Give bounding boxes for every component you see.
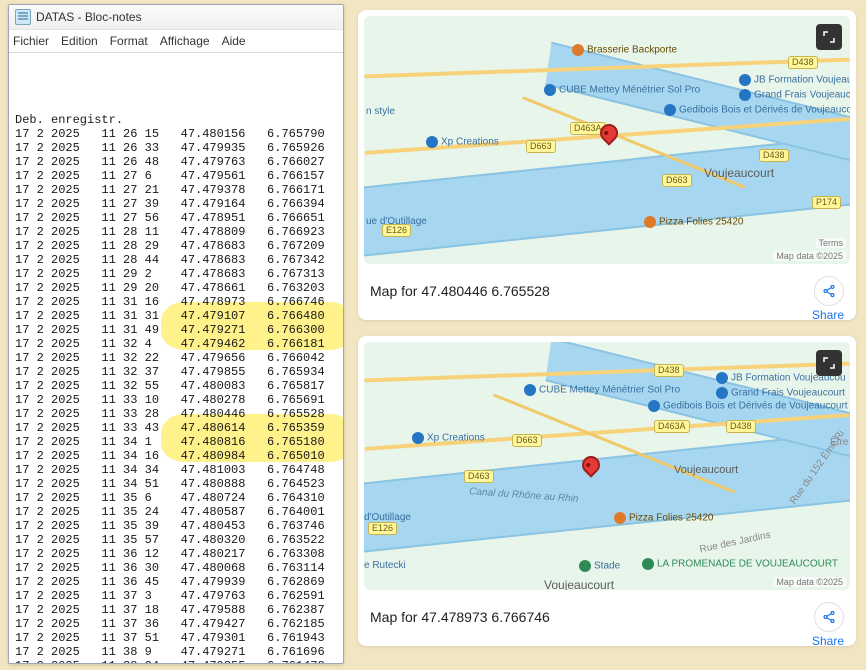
map-caption-1: Map for 47.480446 6.765528 xyxy=(370,283,550,299)
road-shield: D438 xyxy=(726,420,756,433)
menu-affichage[interactable]: Affichage xyxy=(160,30,210,52)
road-shield: D463A xyxy=(654,420,690,433)
map-caption-row: Map for 47.478973 6.766746 xyxy=(358,596,856,634)
window-title: DATAS - Bloc-notes xyxy=(36,5,142,29)
road-shield: D663 xyxy=(662,174,692,187)
poi-outil: ue d'Outillage xyxy=(366,216,427,227)
poi-brasserie[interactable]: Brasserie Backporte xyxy=(572,44,677,56)
road-shield: D438 xyxy=(788,56,818,69)
poi-rutecki: e Rutecki xyxy=(364,560,406,571)
poi-grand[interactable]: Grand Frais Voujeaucourt xyxy=(716,387,845,399)
poi-grand[interactable]: Grand Frais Voujeauco xyxy=(739,89,850,101)
locality-label-2: Voujeaucourt xyxy=(674,464,738,476)
road-shield: P174 xyxy=(812,196,841,209)
road-shield: D663 xyxy=(512,434,542,447)
poi-pizza[interactable]: Pizza Folies 25420 xyxy=(644,216,744,228)
map-terms[interactable]: Terms xyxy=(816,238,847,248)
map-caption-2: Map for 47.478973 6.766746 xyxy=(370,609,550,625)
street-label: Être xyxy=(830,437,848,448)
menu-format[interactable]: Format xyxy=(110,30,148,52)
map-1[interactable]: D438 D663 D663 D463A D438 P174 E126 Bras… xyxy=(364,16,850,264)
map-card-1: D438 D663 D663 D463A D438 P174 E126 Bras… xyxy=(358,10,856,320)
notepad-icon xyxy=(15,9,31,25)
share-button[interactable] xyxy=(814,276,844,306)
map-caption-row: Map for 47.480446 6.765528 xyxy=(358,270,856,308)
map-attribution: Map data ©2025 xyxy=(773,577,846,587)
menu-bar: Fichier Edition Format Affichage Aide xyxy=(9,30,343,53)
road-shield: D663 xyxy=(526,140,556,153)
share-link[interactable]: Share xyxy=(812,634,844,648)
title-bar[interactable]: DATAS - Bloc-notes xyxy=(9,5,343,30)
map-card-2: D438 D663 D463A D438 D463 E126 CUBE Mett… xyxy=(358,336,856,646)
share-link[interactable]: Share xyxy=(812,308,844,322)
poi-pizza[interactable]: Pizza Folies 25420 xyxy=(614,512,714,524)
share-button[interactable] xyxy=(814,602,844,632)
poi-xp[interactable]: Xp Creations xyxy=(426,136,499,148)
map-attribution: Map data ©2025 xyxy=(773,251,846,261)
road-shield: D463 xyxy=(464,470,494,483)
locality-label: Voujeaucourt xyxy=(704,166,774,180)
road-shield: D438 xyxy=(759,149,789,162)
expand-icon[interactable] xyxy=(816,24,842,50)
poi-style: n style xyxy=(366,106,395,117)
poi-jb[interactable]: JB Formation Voujeaucou xyxy=(739,74,850,86)
menu-fichier[interactable]: Fichier xyxy=(13,30,49,52)
expand-icon[interactable] xyxy=(816,350,842,376)
log-content: Deb. enregistr. 17 2 2025 11 26 15 47.48… xyxy=(15,113,337,664)
road-shield: D438 xyxy=(654,364,684,377)
poi-xp[interactable]: Xp Creations xyxy=(412,432,485,444)
notepad-window: DATAS - Bloc-notes Fichier Edition Forma… xyxy=(8,4,344,664)
road-shield: E126 xyxy=(368,522,397,535)
locality-label: Voujeaucourt xyxy=(544,578,614,590)
text-editor[interactable]: Deb. enregistr. 17 2 2025 11 26 15 47.48… xyxy=(9,53,343,664)
poi-cube[interactable]: CUBE Mettey Ménétrier Sol Pro xyxy=(524,384,680,396)
map-2[interactable]: D438 D663 D463A D438 D463 E126 CUBE Mett… xyxy=(364,342,850,590)
menu-edition[interactable]: Edition xyxy=(61,30,98,52)
poi-stade[interactable]: Stade xyxy=(579,560,620,572)
poi-promenade[interactable]: LA PROMENADE DE VOUJEAUCOURT xyxy=(642,558,838,570)
poi-outil: d'Outillage xyxy=(364,512,411,523)
poi-cube[interactable]: CUBE Mettey Ménétrier Sol Pro xyxy=(544,84,700,96)
menu-aide[interactable]: Aide xyxy=(222,30,246,52)
poi-gedibois[interactable]: Gedibois Bois et Dérivés de Voujeaucourt xyxy=(664,104,850,116)
poi-gedibois[interactable]: Gedibois Bois et Dérivés de Voujeaucourt xyxy=(648,400,848,412)
